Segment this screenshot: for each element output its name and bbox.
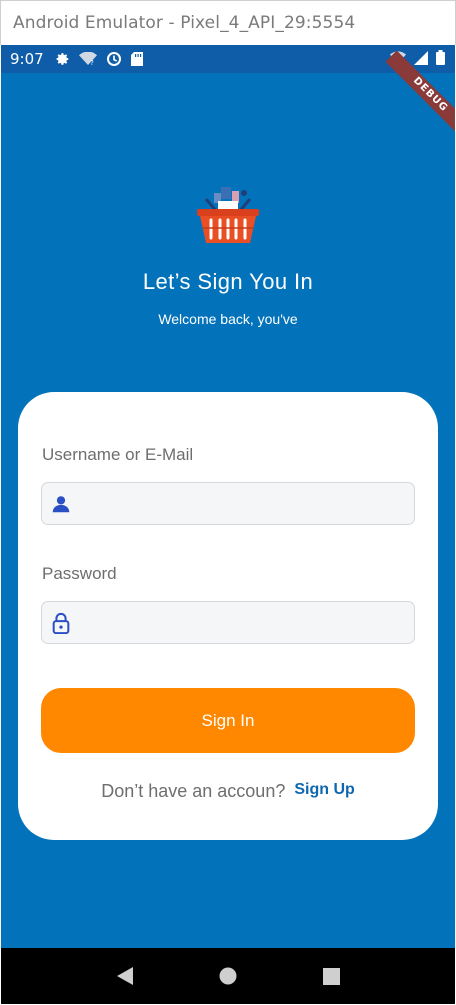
- login-screen: DEBUG Let’s Sign You In Welcome back, yo…: [1, 50, 455, 948]
- wifi-question-icon: ?: [78, 52, 97, 66]
- gear-icon: [56, 52, 70, 66]
- device-screen: 9:07 ? DEBUG Let’s Sign You In Welcome b…: [1, 45, 455, 1004]
- home-icon[interactable]: [216, 964, 240, 988]
- password-label: Password: [42, 564, 117, 583]
- username-label: Username or E-Mail: [42, 445, 194, 464]
- signup-row: Don’t have an accoun? Sign Up: [18, 781, 438, 802]
- shopping-basket-icon: [191, 183, 265, 247]
- login-card: Username or E-Mail Password Sign In Don’…: [18, 392, 438, 840]
- sign-in-button[interactable]: Sign In: [41, 688, 415, 753]
- back-icon[interactable]: [113, 964, 137, 988]
- sd-card-icon: [130, 52, 143, 66]
- cell-signal-icon: [414, 50, 428, 69]
- username-input[interactable]: [82, 483, 408, 524]
- sign-up-link[interactable]: Sign Up: [294, 781, 354, 799]
- svg-text:?: ?: [90, 59, 94, 66]
- battery-icon: [436, 50, 445, 69]
- recents-icon[interactable]: [319, 964, 343, 988]
- status-time: 9:07: [10, 50, 44, 68]
- window-title: Android Emulator - Pixel_4_API_29:5554: [13, 13, 356, 33]
- page-subtitle: Welcome back, you've: [158, 311, 298, 327]
- person-icon: [50, 493, 72, 515]
- password-input[interactable]: [82, 602, 408, 643]
- username-field[interactable]: [41, 482, 415, 525]
- system-nav-bar: [1, 948, 455, 1004]
- lock-icon: [50, 612, 72, 635]
- password-field[interactable]: [41, 601, 415, 644]
- signup-prompt: Don’t have an accoun?: [101, 781, 286, 801]
- emulator-title-bar: Android Emulator - Pixel_4_API_29:5554: [0, 0, 456, 45]
- page-title: Let’s Sign You In: [142, 269, 314, 294]
- sync-icon: [106, 51, 122, 67]
